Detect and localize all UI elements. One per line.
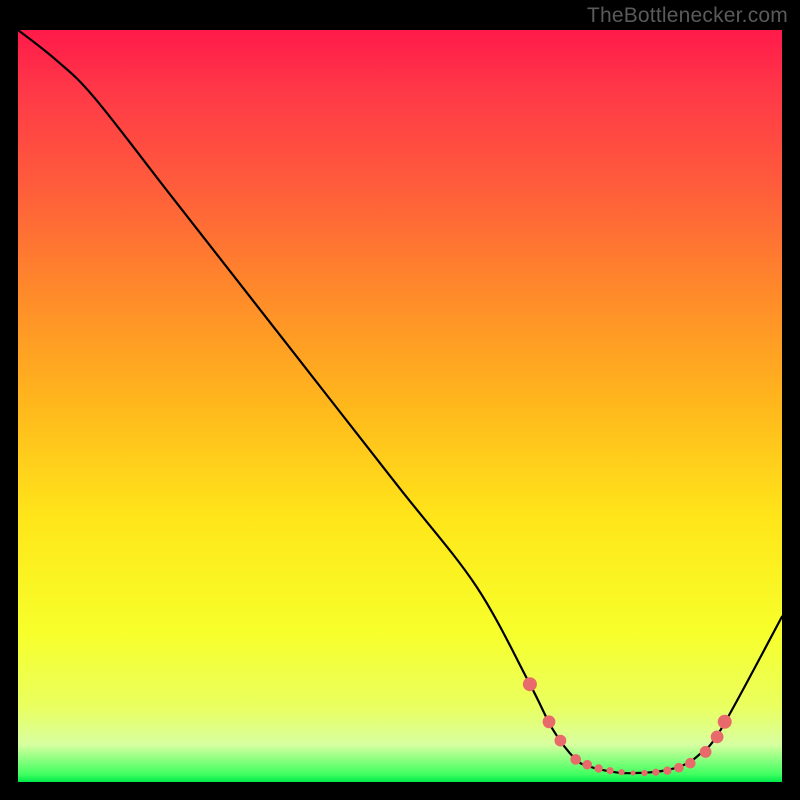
curve-marker	[674, 763, 684, 773]
chart-svg	[18, 30, 782, 782]
curve-markers	[523, 677, 732, 776]
curve-marker	[523, 677, 537, 691]
curve-marker	[718, 715, 732, 729]
curve-marker	[631, 771, 636, 776]
curve-marker	[555, 735, 567, 747]
curve-marker	[711, 731, 724, 744]
curve-marker	[570, 754, 581, 765]
curve-marker	[607, 767, 614, 774]
watermark-text: TheBottlenecker.com	[587, 4, 788, 28]
curve-marker	[619, 769, 625, 775]
curve-marker	[641, 770, 647, 776]
curve-marker	[652, 769, 659, 776]
curve-marker	[685, 758, 696, 769]
curve-marker	[594, 764, 602, 772]
curve-marker	[543, 715, 556, 728]
curve-marker	[700, 746, 712, 758]
curve-marker	[582, 760, 592, 770]
bottleneck-curve	[18, 30, 782, 773]
curve-marker	[663, 767, 671, 775]
chart-frame	[18, 30, 782, 782]
